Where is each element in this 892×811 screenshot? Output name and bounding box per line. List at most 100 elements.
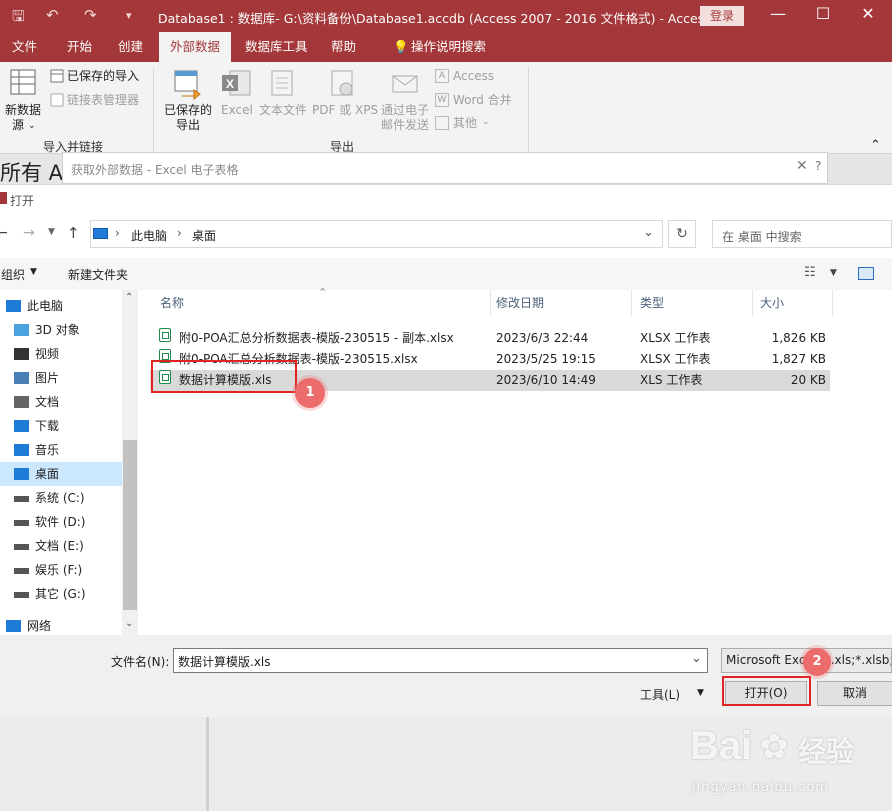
pc-icon — [93, 228, 108, 239]
tab-database-tools[interactable]: 数据库工具 — [234, 32, 319, 62]
login-button[interactable]: 登录 — [700, 6, 744, 26]
annotation-highlight-file — [151, 360, 297, 393]
nav-item-12[interactable]: 其它 (G:) — [0, 582, 122, 606]
cancel-button[interactable]: 取消 — [817, 681, 892, 706]
text-file-icon[interactable] — [268, 69, 298, 99]
nav-scrollbar[interactable]: ⌃ ⌄ — [122, 290, 138, 635]
tab-help[interactable]: 帮助 — [320, 32, 367, 62]
chevron-down-icon[interactable]: ⌄ — [691, 651, 702, 666]
recent-locations-icon[interactable]: ▼ — [48, 227, 55, 237]
pdf-icon[interactable] — [328, 69, 358, 99]
nav-item-1[interactable]: 3D 对象 — [0, 318, 122, 342]
new-folder-button[interactable]: 新建文件夹 — [68, 266, 128, 283]
window-title: Database1 : 数据库- G:\资料备份\Database1.accdb… — [158, 11, 711, 26]
file-name: 附0-POA汇总分析数据表-模版-230515 - 副本.xlsx — [179, 331, 454, 345]
word-icon: W — [435, 93, 449, 107]
drive-icon — [14, 592, 29, 598]
redo-icon[interactable]: ↷ — [84, 6, 97, 24]
tab-home[interactable]: 开始 — [56, 32, 103, 62]
undo-icon[interactable]: ↶ — [46, 6, 59, 24]
scroll-thumb[interactable] — [123, 440, 137, 610]
navigation-pane-title: 所有 A — [0, 161, 64, 185]
nav-item-8[interactable]: 系统 (C:) — [0, 486, 122, 510]
email-export-button[interactable]: 通过电子 — [381, 103, 429, 118]
tab-external-data[interactable]: 外部数据 — [159, 32, 232, 62]
chevron-down-icon: ▼ — [30, 267, 37, 277]
pdf-xps-export-button[interactable]: PDF 或 XPS — [312, 103, 378, 118]
nav-item-label: 其它 (G:) — [35, 587, 86, 601]
collapse-ribbon-icon[interactable]: ⌃ — [870, 138, 881, 153]
nav-item-7[interactable]: 桌面 — [0, 462, 122, 486]
scroll-up-icon[interactable]: ⌃ — [125, 292, 133, 303]
forward-arrow-icon[interactable]: → — [23, 225, 35, 241]
tab-tell-me[interactable]: 操作说明搜索 — [400, 32, 497, 62]
saved-exports-icon[interactable] — [172, 68, 204, 100]
nav-item-6[interactable]: 音乐 — [0, 438, 122, 462]
organize-button[interactable]: 组织 — [1, 266, 25, 283]
linked-table-manager-button[interactable]: 链接表管理器 — [67, 93, 139, 108]
chevron-down-icon[interactable]: ▼ — [830, 268, 837, 278]
nav-item-10[interactable]: 文档 (E:) — [0, 534, 122, 558]
excel-icon[interactable]: X — [220, 69, 252, 99]
saved-imports-icon — [50, 69, 64, 83]
nav-item-label: 音乐 — [35, 443, 60, 457]
nav-item-3[interactable]: 图片 — [0, 366, 122, 390]
help-button[interactable]: ? — [815, 159, 821, 173]
nav-item-label: 3D 对象 — [35, 323, 80, 337]
view-options-icon[interactable]: ☷ — [804, 265, 816, 280]
search-placeholder: 在 桌面 中搜索 — [722, 230, 802, 244]
saved-exports-label2[interactable]: 导出 — [176, 118, 200, 133]
minimize-icon[interactable]: — — [763, 4, 793, 23]
back-arrow-icon[interactable]: ← — [0, 225, 8, 241]
save-icon[interactable]: 🖫 — [12, 6, 25, 31]
column-header-size[interactable]: 大小 — [753, 290, 833, 316]
breadcrumb-desktop[interactable]: 桌面 — [192, 227, 216, 244]
watermark-url: jingyan.baidu.com — [692, 780, 829, 795]
nav-item-0[interactable]: 此电脑 — [0, 294, 122, 318]
chevron-down-icon[interactable]: ⌄ — [643, 225, 654, 240]
customize-quick-access-icon[interactable]: ▾ — [126, 9, 132, 22]
saved-exports-label[interactable]: 已保存的 — [164, 103, 212, 118]
email-icon[interactable] — [390, 68, 420, 98]
file-row[interactable]: 附0-POA汇总分析数据表-模版-230515 - 副本.xlsx 2023/6/… — [150, 328, 830, 349]
nav-item-4[interactable]: 文档 — [0, 390, 122, 414]
maximize-icon[interactable]: ☐ — [808, 4, 838, 23]
up-arrow-icon[interactable]: ↑ — [67, 224, 80, 242]
filename-input[interactable]: 数据计算模版.xls ⌄ — [173, 648, 708, 673]
close-icon[interactable]: ✕ — [853, 4, 883, 23]
chevron-down-icon: ⌄ — [482, 117, 490, 127]
excel-file-icon — [159, 328, 171, 342]
chevron-right-icon: › — [177, 226, 182, 240]
new-data-source-label2[interactable]: 源 — [12, 118, 24, 133]
new-data-source-icon[interactable] — [9, 68, 39, 98]
word-merge-button[interactable]: Word 合并 — [453, 93, 512, 108]
address-bar[interactable]: › 此电脑 › 桌面 ⌄ — [90, 220, 663, 248]
email-export-label2[interactable]: 邮件发送 — [381, 118, 429, 133]
breadcrumb-this-pc[interactable]: 此电脑 — [131, 227, 167, 244]
dialog-close-button[interactable]: ✕ — [796, 158, 808, 174]
tools-button[interactable]: 工具(L) — [640, 686, 680, 703]
access-export-button[interactable]: Access — [453, 69, 494, 84]
file-modified: 2023/6/10 14:49 — [496, 373, 596, 387]
nav-item-11[interactable]: 娱乐 (F:) — [0, 558, 122, 582]
column-header-type[interactable]: 类型 — [633, 290, 753, 316]
refresh-icon[interactable]: ↻ — [668, 220, 696, 248]
tab-file[interactable]: 文件 — [1, 32, 48, 62]
nav-item-5[interactable]: 下载 — [0, 414, 122, 438]
navigation-tree: 此电脑 3D 对象视频 图片 文档 下载音乐桌面 系统 (C:) 软件 (D:) 文档 (E:… — [0, 290, 138, 635]
nav-item-9[interactable]: 软件 (D:) — [0, 510, 122, 534]
text-file-export-button[interactable]: 文本文件 — [259, 103, 307, 118]
nav-item-2[interactable]: 视频 — [0, 342, 122, 366]
tab-create[interactable]: 创建 — [107, 32, 154, 62]
download-icon — [14, 420, 29, 432]
new-data-source-label[interactable]: 新数据 — [5, 103, 41, 118]
preview-pane-icon[interactable] — [858, 267, 874, 280]
scroll-down-icon[interactable]: ⌄ — [125, 618, 133, 629]
saved-imports-button[interactable]: 已保存的导入 — [67, 69, 139, 84]
other-export-button[interactable]: 其他 — [453, 116, 477, 131]
search-input[interactable]: 在 桌面 中搜索 — [712, 220, 892, 248]
column-header-name[interactable]: 名称 — [153, 290, 491, 316]
excel-export-button[interactable]: Excel — [221, 103, 253, 118]
column-header-modified[interactable]: 修改日期 — [489, 290, 632, 316]
filename-value: 数据计算模版.xls — [178, 655, 271, 669]
